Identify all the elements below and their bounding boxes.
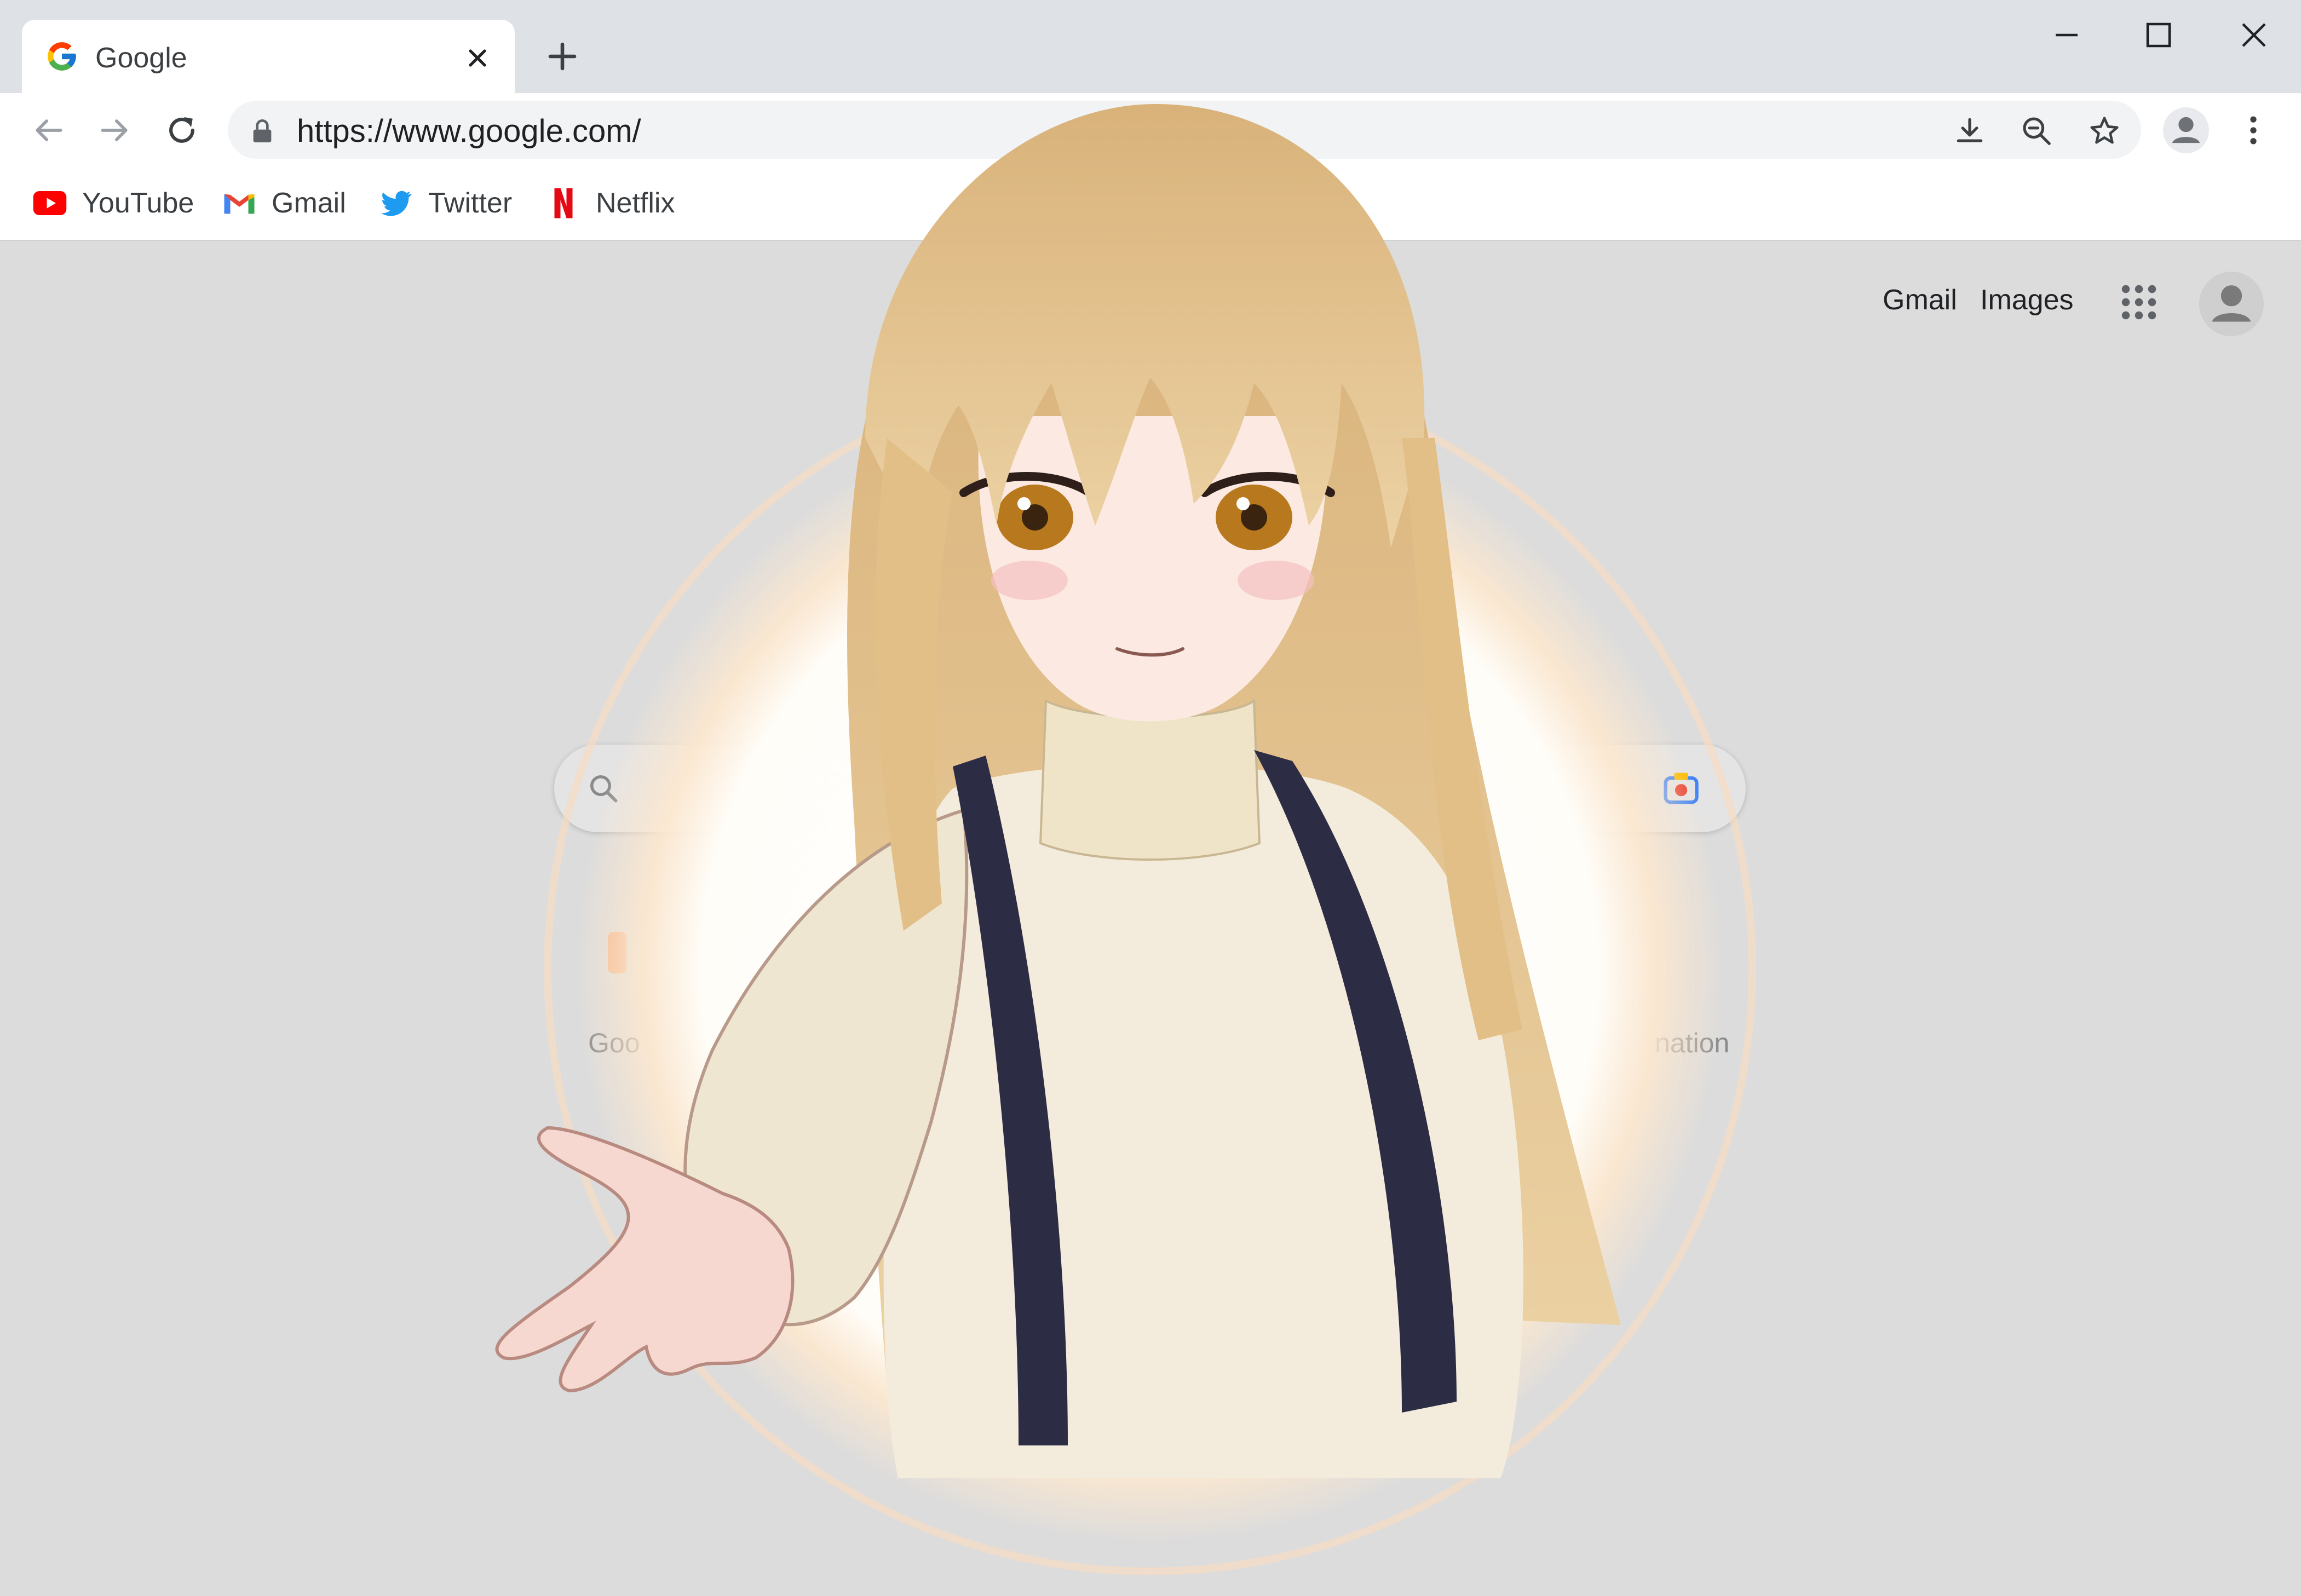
search-input[interactable]	[554, 745, 1746, 832]
download-icon[interactable]	[1953, 114, 1987, 148]
images-link[interactable]: Images	[1980, 284, 2074, 316]
shortcut-icon[interactable]	[608, 932, 626, 973]
tab-title: Google	[95, 42, 187, 74]
lock-icon[interactable]	[252, 119, 273, 142]
gmail-link[interactable]: Gmail	[1883, 284, 1957, 316]
forward-arrow-icon[interactable]	[96, 112, 134, 149]
google-icon	[48, 42, 76, 71]
star-icon[interactable]	[2087, 114, 2121, 148]
window-close-icon[interactable]	[2237, 19, 2270, 51]
gmail-icon	[224, 194, 255, 214]
bookmark-label: Netflix	[596, 187, 675, 219]
more-vert-icon[interactable]	[2240, 112, 2267, 149]
apps-grid-icon[interactable]	[2119, 283, 2159, 322]
zoom-out-icon[interactable]	[2020, 114, 2053, 148]
bookmark-label: Twitter	[428, 187, 513, 219]
bookmark-gmail[interactable]: Gmail	[221, 184, 346, 222]
tab-google[interactable]: Google	[22, 20, 515, 93]
twitter-icon	[381, 191, 412, 216]
shortcut-label-left[interactable]: Goo	[588, 1027, 640, 1059]
minimize-icon[interactable]	[2050, 19, 2083, 51]
plus-icon[interactable]	[544, 38, 580, 74]
search-icon	[590, 775, 618, 803]
netflix-icon	[554, 188, 573, 218]
bookmark-label: Gmail	[272, 187, 346, 219]
bookmark-label: YouTube	[82, 187, 194, 219]
address-bar[interactable]: https://www.google.com/	[228, 101, 2141, 159]
youtube-icon	[33, 191, 67, 215]
bookmark-netflix[interactable]: Netflix	[545, 184, 675, 222]
account-avatar-icon[interactable]	[2199, 272, 2264, 336]
back-arrow-icon[interactable]	[30, 112, 67, 149]
avatar-icon[interactable]	[2163, 107, 2209, 153]
bookmark-twitter[interactable]: Twitter	[378, 184, 512, 222]
toolbar: https://www.google.com/	[0, 93, 2301, 168]
browser-window: Google https://www.google.com/ YouTube G…	[0, 0, 2301, 1596]
close-icon[interactable]	[463, 44, 492, 72]
reload-icon[interactable]	[163, 112, 200, 149]
shortcut-label-right[interactable]: nation	[1655, 1027, 1729, 1059]
google-homepage: Gmail Images Goo nation	[0, 241, 2301, 1596]
tab-strip: Google	[0, 0, 2301, 93]
bookmarks-bar: YouTube Gmail Twitter Netflix	[0, 168, 2301, 241]
maximize-icon[interactable]	[2142, 19, 2175, 51]
bookmark-youtube[interactable]: YouTube	[32, 184, 194, 222]
url-text[interactable]: https://www.google.com/	[297, 113, 641, 149]
camera-lens-icon[interactable]	[1660, 768, 1702, 809]
